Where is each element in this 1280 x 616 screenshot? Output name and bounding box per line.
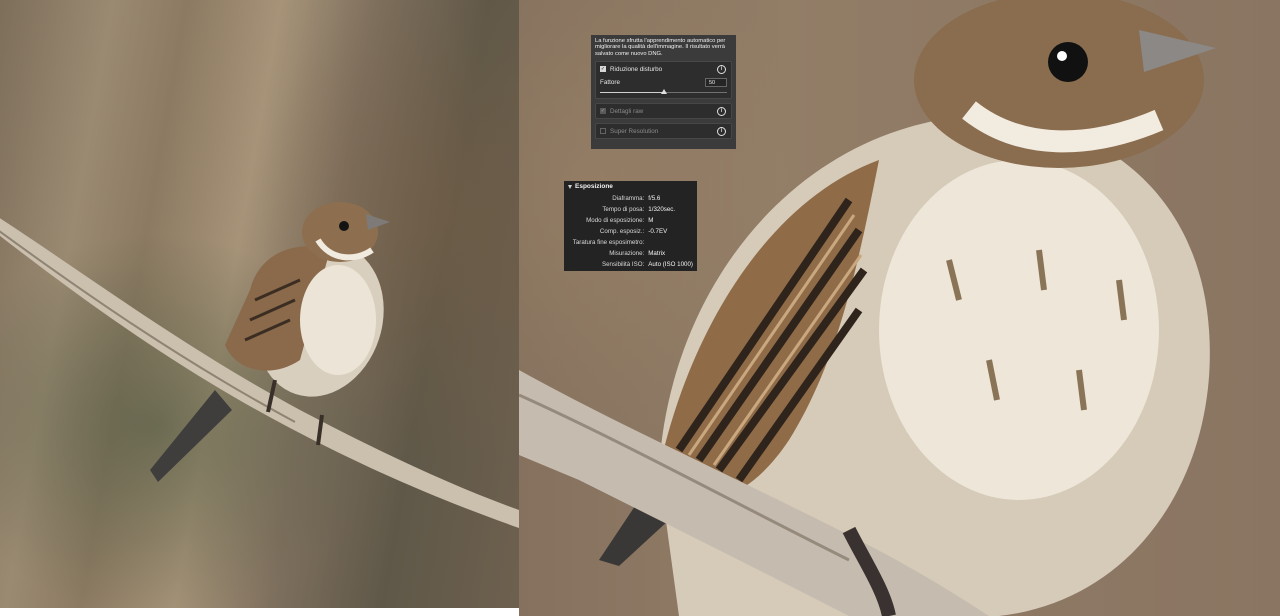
raw-details-box: ✓ Dettagli raw i (595, 103, 732, 120)
exposure-value: M (648, 216, 654, 224)
exposure-key: Sensibilità ISO: (601, 261, 645, 269)
bird-illustration-left (0, 202, 519, 528)
factor-input[interactable]: 50 (705, 77, 727, 87)
exposure-table: Diaframma: f/5.6 Tempo di posa: 1/320sec. Mo… (568, 193, 693, 271)
exposure-key: Misurazione: (609, 250, 645, 258)
exposure-row: Sensibilità ISO: Auto (ISO 1000) (568, 260, 693, 271)
enhance-panel: La funzione sfrutta l'apprendimento auto… (591, 35, 736, 149)
enhance-description: La funzione sfrutta l'apprendimento auto… (595, 38, 726, 57)
exposure-row: Tempo di posa: 1/320sec. (568, 204, 693, 215)
super-resolution-label: Super Resolution (610, 127, 659, 135)
raw-details-row: ✓ Dettagli raw i (596, 104, 731, 118)
noise-reduction-checkbox[interactable]: ✓ (600, 66, 606, 73)
slider-thumb[interactable] (660, 89, 667, 95)
bird-photo-left (0, 0, 519, 608)
exposure-value: Auto (ISO 1000) (648, 261, 693, 269)
exposure-value: 1/320sec. (648, 205, 676, 213)
exposure-row: Modo di esposizione: M (568, 215, 693, 226)
factor-row: Fattore 50 (596, 76, 731, 88)
exposure-row: Taratura fine esposimetro: (568, 237, 693, 248)
exposure-row: Diaframma: f/5.6 (568, 193, 693, 204)
factor-label: Fattore (600, 78, 620, 86)
exposure-header[interactable]: Esposizione (568, 182, 693, 192)
noise-reduction-box: ✓ Riduzione disturbo i Fattore 50 (595, 61, 732, 100)
exposure-row: Comp. esposiz.: -0.7EV (568, 226, 693, 237)
super-resolution-box: Super Resolution i (595, 123, 732, 140)
raw-details-checkbox[interactable]: ✓ (600, 108, 606, 115)
info-icon[interactable]: i (717, 64, 726, 74)
raw-details-label: Dettagli raw (610, 107, 644, 115)
slider-fill (600, 92, 664, 94)
exposure-row: Misurazione: Matrix (568, 248, 693, 259)
super-resolution-row: Super Resolution i (596, 124, 731, 138)
info-icon[interactable]: i (717, 126, 726, 136)
exposure-key: Modo di esposizione: (586, 216, 645, 224)
super-resolution-checkbox[interactable] (600, 128, 606, 135)
exposure-key: Comp. esposiz.: (599, 227, 645, 235)
exposure-panel: Esposizione Diaframma: f/5.6 Tempo di posa… (564, 181, 697, 271)
exposure-key: Diaframma: (612, 194, 645, 202)
exposure-key: Taratura fine esposimetro: (572, 239, 645, 247)
noise-reduction-label: Riduzione disturbo (610, 65, 663, 73)
factor-slider[interactable] (600, 88, 727, 96)
collapse-triangle-icon[interactable] (568, 185, 572, 189)
exposure-value: -0.7EV (648, 227, 668, 235)
noise-reduction-row: ✓ Riduzione disturbo i (596, 62, 731, 76)
info-icon[interactable]: i (717, 106, 726, 116)
exposure-title: Esposizione (575, 182, 613, 190)
exposure-value: Matrix (648, 250, 666, 258)
exposure-value: f/5.6 (648, 194, 661, 202)
exposure-key: Tempo di posa: (602, 205, 645, 213)
exposure-value (648, 237, 693, 248)
